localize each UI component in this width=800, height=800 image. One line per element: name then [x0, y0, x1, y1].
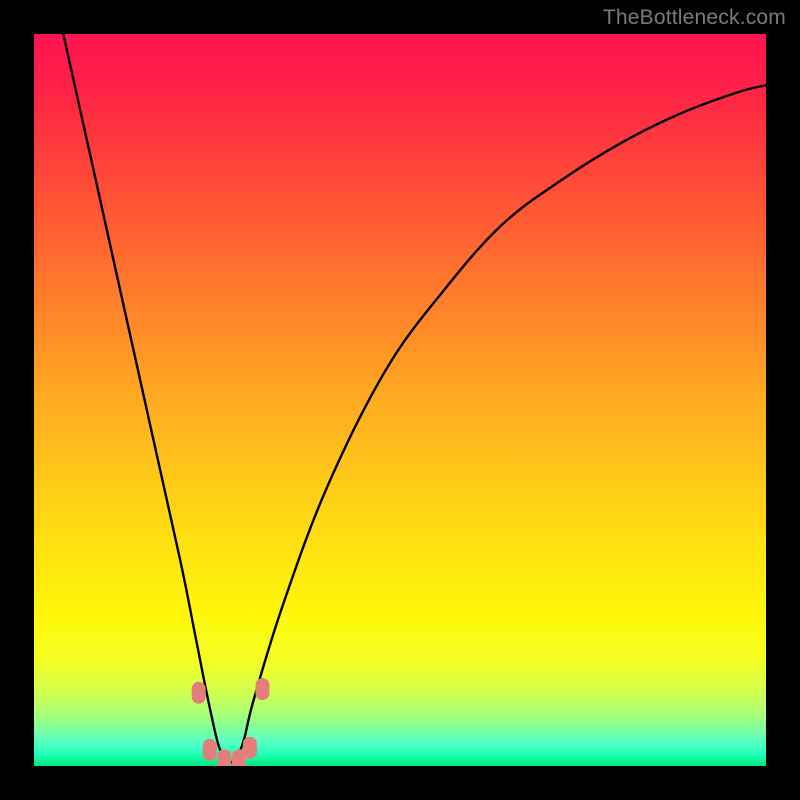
- plot-area: [34, 34, 766, 766]
- watermark-text: TheBottleneck.com: [603, 6, 786, 30]
- curve-marker: [217, 749, 231, 766]
- curve-marker: [203, 739, 217, 761]
- curve-marker: [243, 737, 257, 759]
- chart-frame: TheBottleneck.com: [0, 0, 800, 800]
- marker-group: [192, 678, 270, 766]
- curve-marker: [192, 682, 206, 704]
- curve-marker: [255, 678, 269, 700]
- bottleneck-curve: [63, 34, 766, 763]
- curve-layer: [34, 34, 766, 766]
